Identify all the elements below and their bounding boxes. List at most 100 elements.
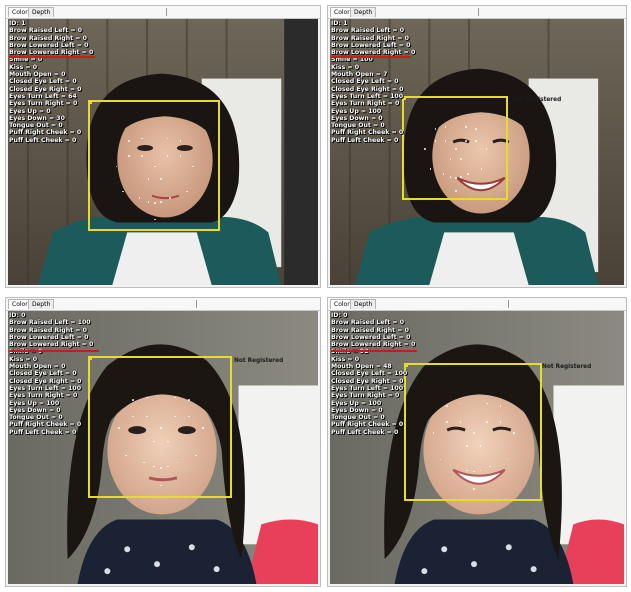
camera-panel-1: Color Depth ID: 1 Brow Raised Left = 0 B… (5, 5, 321, 288)
highlight-underline (9, 56, 95, 58)
face-landmark-dot (118, 427, 120, 429)
tab-depth[interactable]: Depth (28, 299, 55, 309)
face-landmark-dot (473, 470, 475, 473)
face-landmark-dot (444, 140, 447, 142)
tab-depth[interactable]: Depth (28, 7, 55, 17)
tab-depth[interactable]: Depth (350, 299, 377, 309)
face-landmark-dot (147, 201, 150, 203)
readout-line: Puff Left Cheek = 0 (331, 136, 399, 144)
face-landmark-dot (166, 137, 169, 140)
face-landmark-dot (424, 148, 426, 150)
readout-line: Kiss = 0 (331, 355, 360, 363)
readout-line: Puff Right Cheek = 0 (9, 129, 82, 137)
face-landmark-dot (439, 458, 441, 461)
tab-depth[interactable]: Depth (350, 7, 377, 17)
readout-line: Puff Left Cheek = 0 (331, 428, 399, 436)
face-landmark-dot (446, 405, 448, 407)
face-landmark-dot (154, 165, 156, 167)
camera-panel-4: Color Depth Not Registered ID: 0 Brow Ra… (327, 297, 627, 587)
face-landmark-dot (455, 148, 457, 150)
face-landmark-dot (141, 155, 143, 157)
expression-readout: ID: 1 Brow Raised Left = 0 Brow Raised R… (9, 20, 95, 144)
face-landmark-dot (485, 148, 488, 150)
face-landmark-dot (429, 168, 431, 170)
camera-view: Not Registered ID: 0 Brow Raised Left = … (330, 311, 624, 584)
face-landmark-dot (154, 218, 156, 221)
readout-line: Brow Raised Left = 0 (331, 27, 404, 35)
face-landmark-dot (434, 128, 437, 130)
readout-line: Closed Eye Left = 0 (9, 370, 77, 378)
highlight-underline (331, 56, 411, 58)
face-landmark-dot (432, 432, 435, 434)
face-landmark-dot (160, 201, 162, 203)
face-landmark-dot (465, 140, 467, 142)
face-landmark-dot (499, 405, 502, 407)
readout-line: Puff Right Cheek = 0 (9, 421, 82, 429)
face-landmark-dot (455, 190, 457, 192)
readout-line: Eyes Up = 0 (9, 107, 51, 115)
camera-panel-3: Color Depth Not Registered ID: 0 Brow Ra… (5, 297, 321, 587)
tab-bar: Color Depth (6, 298, 320, 311)
face-landmark-dot (160, 178, 162, 180)
face-landmark-dot (188, 415, 190, 418)
face-landmark-dot (444, 126, 447, 128)
face-landmark-dot (449, 176, 452, 178)
camera-view: ID: 1 Brow Raised Left = 0 Brow Raised R… (8, 19, 318, 285)
readout-line: Kiss = 0 (9, 63, 38, 71)
face-landmark-dot (486, 421, 488, 423)
face-landmark-dot (192, 165, 194, 167)
face-landmark-dot (146, 415, 148, 418)
face-landmark-dot (202, 427, 204, 429)
face-landmark-dot (153, 440, 155, 443)
camera-view: Not Registered ID: 1 Brow Raised Left = … (330, 19, 624, 285)
face-landmark-dot (446, 421, 448, 423)
readout-line: Eyes Up = 100 (331, 399, 382, 407)
readout-line: Eyes Turn Right = 0 (9, 100, 78, 108)
face-detection-box (88, 100, 220, 231)
face-landmark-dot (466, 445, 468, 447)
face-landmark-dot (125, 454, 127, 457)
readout-line: Brow Raised Right = 0 (331, 34, 409, 42)
readout-line: Closed Eye Left = 100 (331, 370, 408, 378)
face-landmark-dot (147, 178, 150, 180)
face-landmark-dot (486, 402, 488, 405)
readout-line: Eyes Turn Right = 0 (331, 100, 400, 108)
face-landmark-dot (160, 484, 162, 487)
face-landmark-dot (166, 155, 169, 157)
face-landmark-dot (132, 399, 134, 401)
tab-separator (166, 8, 167, 16)
tab-bar: Color Depth (328, 6, 626, 19)
face-landmark-dot (174, 396, 176, 399)
face-landmark-dot (143, 461, 145, 463)
face-landmark-dot (459, 402, 462, 405)
face-landmark-dot (146, 396, 148, 399)
readout-line: Eyes Turn Right = 0 (331, 392, 400, 400)
readout-line: Closed Eye Right = 0 (331, 85, 404, 93)
face-landmark-dot (176, 461, 179, 463)
face-landmark-dot (460, 158, 462, 160)
tab-bar: Color Depth (6, 6, 320, 19)
readout-line: Brow Raised Right = 0 (9, 326, 87, 334)
tab-bar: Color Depth (328, 298, 626, 311)
readout-line: Closed Eye Right = 0 (331, 377, 404, 385)
readout-line: Closed Eye Right = 0 (9, 377, 82, 385)
face-landmark-dot (456, 465, 459, 467)
expression-readout: ID: 1 Brow Raised Left = 0 Brow Raised R… (331, 20, 415, 144)
face-landmark-dot (174, 415, 176, 418)
registration-status: Not Registered (542, 364, 592, 370)
face-landmark-dot (475, 128, 477, 130)
readout-line: Puff Left Cheek = 0 (9, 136, 77, 144)
face-landmark-dot (167, 440, 169, 443)
face-landmark-dot (128, 155, 130, 157)
camera-panel-2: Color Depth Not Registered ID: 1 Brow Ra… (327, 5, 627, 288)
readout-line: Puff Left Cheek = 0 (9, 428, 77, 436)
face-landmark-dot (132, 415, 134, 418)
camera-view: Not Registered ID: 0 Brow Raised Left = … (8, 311, 318, 584)
face-landmark-dot (179, 155, 182, 157)
face-landmark-dot (169, 197, 171, 199)
face-landmark-dot (513, 432, 515, 434)
readout-line: Brow Raised Left = 0 (331, 319, 404, 327)
face-landmark-dot (122, 190, 124, 193)
expression-readout: ID: 0 Brow Raised Left = 100 Brow Raised… (9, 312, 99, 436)
face-landmark-dot (141, 137, 143, 140)
